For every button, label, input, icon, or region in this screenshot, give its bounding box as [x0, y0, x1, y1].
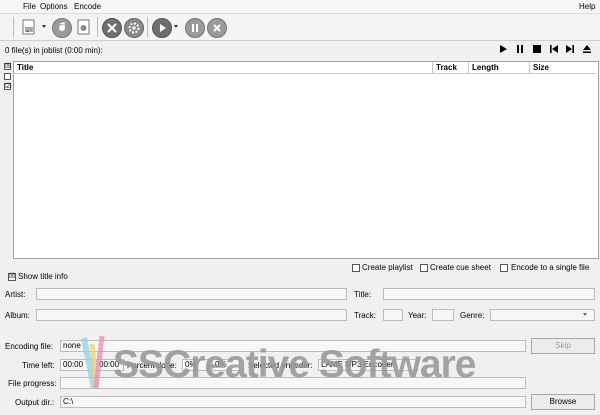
year-label: Year:	[408, 311, 427, 320]
toolbar-separator	[13, 17, 14, 37]
watermark-logo	[80, 332, 110, 392]
encoding-file-label: Encoding file:	[5, 342, 54, 351]
album-label: Album:	[5, 311, 30, 320]
menu-file[interactable]: File	[23, 1, 36, 12]
column-title[interactable]: Title	[14, 62, 433, 73]
track-field[interactable]	[383, 309, 403, 321]
create-cue-label: Create cue sheet	[430, 263, 491, 272]
watermark-text: SSCreative Software	[113, 343, 476, 386]
create-cue-checkbox[interactable]	[420, 264, 428, 272]
create-playlist-checkbox[interactable]	[352, 264, 360, 272]
output-dir-label: Output dir.:	[15, 398, 55, 407]
play-icon[interactable]	[498, 44, 508, 54]
add-files-icon[interactable]: +	[20, 18, 38, 36]
toolbar-separator	[147, 17, 148, 37]
title-label: Title:	[354, 290, 372, 299]
tag-edit-icon[interactable]	[76, 18, 92, 36]
pause-icon[interactable]	[515, 44, 525, 54]
year-field[interactable]	[432, 309, 454, 321]
single-file-checkbox[interactable]	[500, 264, 508, 272]
time-left-label: Time left:	[22, 361, 55, 370]
check-none-icon[interactable]	[4, 73, 11, 80]
column-track[interactable]: Track	[433, 62, 469, 73]
show-title-info-label: Show title info	[18, 272, 68, 281]
joblist-summary: 0 file(s) in joblist (0:00 min):	[5, 46, 103, 55]
artist-label: Artist:	[5, 290, 26, 299]
svg-text:+: +	[26, 29, 29, 35]
chevron-down-icon[interactable]	[583, 313, 587, 316]
stop-icon[interactable]	[532, 44, 542, 54]
gear-icon[interactable]	[124, 18, 144, 38]
eject-icon[interactable]	[582, 44, 592, 54]
column-size[interactable]: Size	[530, 62, 596, 73]
genre-label: Genre:	[460, 311, 485, 320]
track-label: Track:	[354, 311, 376, 320]
browse-button[interactable]: Browse	[531, 394, 595, 410]
check-all-icon[interactable]: ☒	[4, 63, 11, 70]
title-field[interactable]	[383, 288, 595, 300]
show-title-info-checkbox[interactable]: ☒	[8, 273, 16, 281]
joblist-table[interactable]	[13, 61, 599, 259]
file-progress-label: File progress:	[8, 379, 57, 388]
chevron-down-icon[interactable]	[174, 25, 178, 28]
cd-icon[interactable]	[52, 18, 72, 38]
pause-icon[interactable]	[185, 18, 205, 38]
previous-track-icon[interactable]	[549, 44, 559, 54]
artist-field[interactable]	[36, 288, 347, 300]
stop-icon[interactable]	[207, 18, 227, 38]
toolbar-separator	[97, 17, 98, 37]
header-divider	[14, 73, 596, 74]
menu-options[interactable]: Options	[40, 1, 68, 12]
output-dir-field[interactable]: C:\	[60, 396, 526, 408]
check-toggle-icon[interactable]: ☑	[4, 83, 11, 90]
menu-encode[interactable]: Encode	[74, 1, 101, 12]
create-playlist-label: Create playlist	[362, 263, 413, 272]
next-track-icon[interactable]	[565, 44, 575, 54]
settings-icon[interactable]	[102, 18, 122, 38]
genre-select[interactable]	[490, 309, 595, 321]
menu-help[interactable]: Help	[579, 1, 595, 12]
column-length[interactable]: Length	[469, 62, 530, 73]
play-icon[interactable]	[152, 18, 172, 38]
skip-button[interactable]: Skip	[531, 338, 595, 354]
single-file-label: Encode to a single file	[511, 263, 590, 272]
album-field[interactable]	[36, 309, 347, 321]
chevron-down-icon[interactable]	[42, 25, 46, 28]
